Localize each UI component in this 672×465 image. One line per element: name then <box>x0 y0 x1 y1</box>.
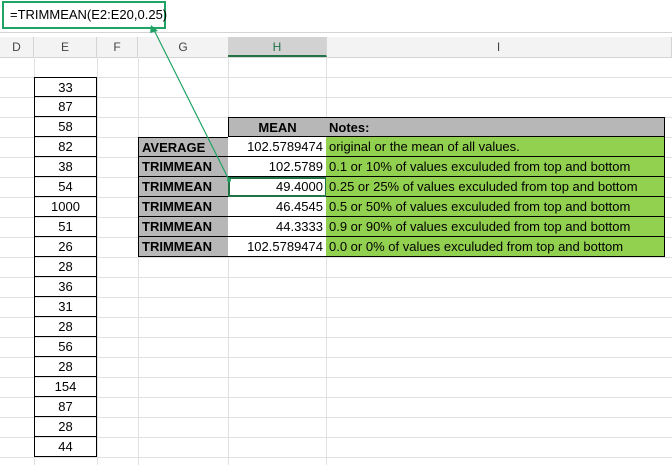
cell-value[interactable]: 102.5789 <box>228 157 327 177</box>
cell-e[interactable]: 82 <box>34 137 97 157</box>
cell-e[interactable]: 28 <box>34 317 97 337</box>
grid-row-line <box>0 257 672 258</box>
cell-value[interactable]: 102.5789474 <box>228 237 327 257</box>
cell-value[interactable]: 44.3333 <box>228 217 327 237</box>
column-header-f[interactable]: F <box>97 37 138 57</box>
cell-note[interactable]: 0.5 or 50% of values exculuded from top … <box>326 197 665 217</box>
cell-e[interactable]: 33 <box>34 77 97 97</box>
column-header-i[interactable]: I <box>326 37 672 57</box>
grid-row-line <box>0 457 672 458</box>
cell-label[interactable]: TRIMMEAN <box>138 157 229 177</box>
cell-e[interactable]: 28 <box>34 357 97 377</box>
cell-note[interactable]: 0.0 or 0% of values exculuded from top a… <box>326 237 665 257</box>
cell-note[interactable]: original or the mean of all values. <box>326 137 665 157</box>
column-headers: D E F G H I <box>0 37 672 58</box>
column-header-e[interactable]: E <box>34 37 97 57</box>
grid-row-line <box>0 97 672 98</box>
cell-note[interactable]: 0.25 or 25% of values exculuded from top… <box>326 177 665 197</box>
formula-bar: =TRIMMEAN(E2:E20,0.25) <box>0 0 672 33</box>
cell-label[interactable]: TRIMMEAN <box>138 177 229 197</box>
cell-e[interactable]: 1000 <box>34 197 97 217</box>
cell-e[interactable]: 28 <box>34 417 97 437</box>
grid-row-line <box>0 317 672 318</box>
column-header-d[interactable]: D <box>0 37 34 57</box>
grid-row-line <box>0 377 672 378</box>
cell-e[interactable]: 56 <box>34 337 97 357</box>
cell-e[interactable]: 87 <box>34 97 97 117</box>
grid-row-line <box>0 397 672 398</box>
cell-e[interactable]: 54 <box>34 177 97 197</box>
cell-value[interactable]: 102.5789474 <box>228 137 327 157</box>
cell-label[interactable]: TRIMMEAN <box>138 197 229 217</box>
cell-e[interactable]: 28 <box>34 257 97 277</box>
grid-row-line <box>0 277 672 278</box>
cell-e[interactable]: 26 <box>34 237 97 257</box>
cell-e[interactable]: 51 <box>34 217 97 237</box>
selected-cell-value[interactable]: 49.4000 <box>228 177 327 197</box>
formula-input[interactable]: =TRIMMEAN(E2:E20,0.25) <box>2 1 167 29</box>
grid-row-line <box>0 297 672 298</box>
cell-e[interactable]: 154 <box>34 377 97 397</box>
column-header-g[interactable]: G <box>138 37 229 57</box>
cell-e[interactable]: 38 <box>34 157 97 177</box>
grid-row-line <box>0 417 672 418</box>
grid-row-line <box>0 77 672 78</box>
grid-row-line <box>0 337 672 338</box>
cell-value[interactable]: 46.4545 <box>228 197 327 217</box>
cell-e[interactable]: 58 <box>34 117 97 137</box>
grid-row-line <box>0 357 672 358</box>
cell-label[interactable]: AVERAGE <box>138 137 229 157</box>
header-mean[interactable]: MEAN <box>228 117 327 137</box>
header-notes[interactable]: Notes: <box>326 117 665 137</box>
cell-note[interactable]: 0.9 or 90% of values exculuded from top … <box>326 217 665 237</box>
cell-e[interactable]: 44 <box>34 437 97 457</box>
cell-note[interactable]: 0.1 or 10% of values exculuded from top … <box>326 157 665 177</box>
grid-column-line <box>97 57 98 465</box>
grid-row-line <box>0 437 672 438</box>
cell-e[interactable]: 87 <box>34 397 97 417</box>
cell-e[interactable]: 36 <box>34 277 97 297</box>
column-header-h[interactable]: H <box>228 37 327 57</box>
cell-label[interactable]: TRIMMEAN <box>138 217 229 237</box>
cell-label[interactable]: TRIMMEAN <box>138 237 229 257</box>
grid-column-line <box>138 57 139 465</box>
cell-e[interactable]: 31 <box>34 297 97 317</box>
